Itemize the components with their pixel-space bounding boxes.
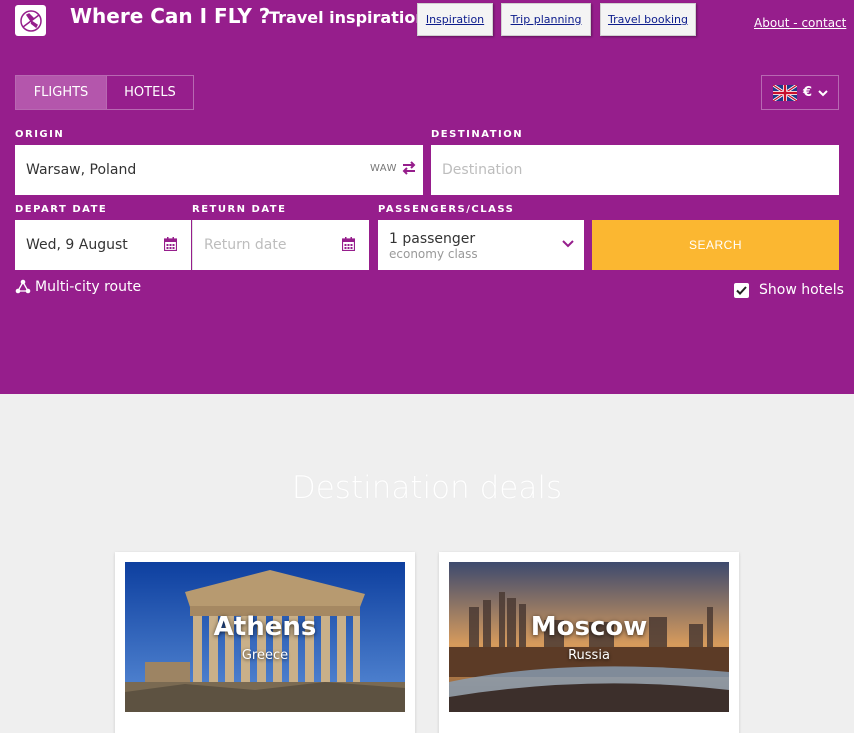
multi-city-icon	[15, 279, 31, 294]
search-button[interactable]: SEARCH	[592, 220, 839, 270]
deal-card-athens[interactable]: Athens Greece	[115, 552, 415, 733]
tab-flights[interactable]: FLIGHTS	[16, 76, 107, 109]
athens-photo: Athens Greece	[125, 562, 405, 712]
return-date-input[interactable]: Return date	[192, 220, 369, 270]
deal-card-moscow[interactable]: Moscow Russia	[439, 552, 739, 733]
nav-inspiration-button[interactable]: Inspiration	[417, 3, 493, 36]
nav-travel-booking-button[interactable]: Travel booking	[600, 3, 696, 36]
depart-date-input[interactable]: Wed, 9 August	[15, 220, 191, 270]
return-date-label: RETURN DATE	[192, 204, 287, 215]
swap-icon[interactable]	[401, 160, 417, 176]
deal-city: Athens	[213, 612, 317, 642]
tab-hotels[interactable]: HOTELS	[107, 76, 193, 109]
origin-label: ORIGIN	[15, 129, 65, 140]
destination-placeholder: Destination	[442, 162, 523, 178]
destination-input[interactable]: Destination	[431, 145, 839, 195]
multi-city-label: Multi-city route	[35, 279, 142, 295]
moscow-photo: Moscow Russia	[449, 562, 729, 712]
class-value: economy class	[389, 247, 478, 261]
show-hotels-label: Show hotels	[759, 282, 844, 298]
calendar-icon	[164, 237, 177, 251]
passengers-value: 1 passenger	[389, 231, 476, 247]
checkmark-icon	[736, 285, 747, 295]
destination-deals-title: Destination deals	[291, 470, 563, 506]
plane-globe-icon[interactable]	[15, 5, 46, 36]
origin-airport-code: WAW	[369, 163, 397, 174]
multi-city-route-link[interactable]: Multi-city route	[15, 279, 141, 295]
site-tagline: Travel inspiration	[269, 8, 427, 27]
show-hotels-checkbox[interactable]	[734, 282, 749, 298]
depart-date-value: Wed, 9 August	[26, 237, 128, 253]
deal-country: Greece	[241, 648, 289, 663]
currency-symbol: €	[803, 85, 813, 100]
destination-label: DESTINATION	[431, 129, 524, 140]
origin-input[interactable]: Warsaw, Poland WAW	[15, 145, 423, 195]
uk-flag-icon	[773, 84, 797, 101]
nav-trip-planning-button[interactable]: Trip planning	[501, 3, 591, 36]
site-title[interactable]: Where Can I FLY ?	[70, 4, 270, 28]
origin-value: Warsaw, Poland	[26, 162, 137, 178]
language-currency-selector[interactable]: €	[761, 75, 839, 110]
chevron-down-icon	[818, 89, 828, 96]
show-hotels-toggle[interactable]: Show hotels	[734, 282, 844, 298]
chevron-down-icon	[562, 240, 574, 248]
passengers-class-label: PASSENGERS/CLASS	[378, 204, 515, 215]
deal-city: Moscow	[530, 612, 648, 642]
about-contact-link[interactable]: About - contact	[754, 16, 846, 30]
depart-date-label: DEPART DATE	[15, 204, 108, 215]
return-date-placeholder: Return date	[204, 237, 287, 253]
deal-country: Russia	[568, 648, 610, 663]
calendar-icon	[342, 237, 355, 251]
passengers-class-select[interactable]: 1 passenger economy class	[378, 220, 584, 270]
hero-banner	[0, 0, 854, 394]
search-type-tabs: FLIGHTS HOTELS	[15, 75, 194, 110]
